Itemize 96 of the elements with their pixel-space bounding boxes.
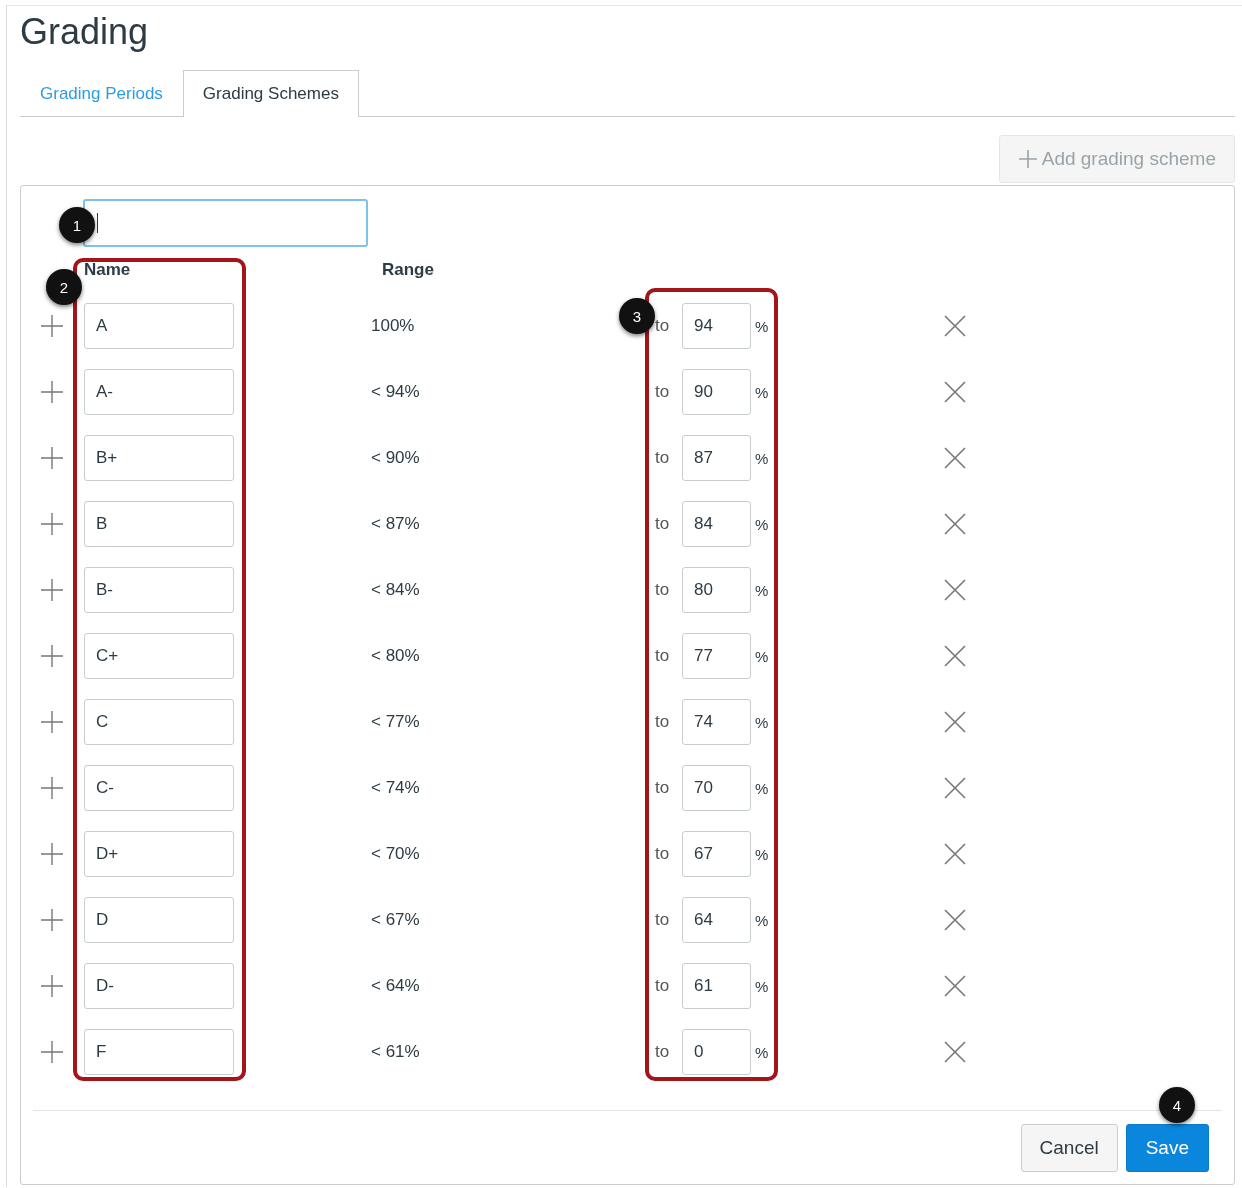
delete-icon[interactable] <box>943 512 967 536</box>
percent-label: % <box>755 911 769 929</box>
min-percent-field[interactable]: 77 <box>682 633 751 679</box>
add-row-icon[interactable] <box>40 578 64 602</box>
page-title: Grading <box>20 10 150 54</box>
to-label: to <box>655 646 670 666</box>
delete-icon[interactable] <box>943 908 967 932</box>
range-text: < 77% <box>371 712 420 732</box>
add-row-icon[interactable] <box>40 314 64 338</box>
min-percent-field[interactable]: 61 <box>682 963 751 1009</box>
scheme-name-field[interactable] <box>83 199 368 247</box>
min-percent-field[interactable]: 87 <box>682 435 751 481</box>
to-label: to <box>655 844 670 864</box>
percent-label: % <box>755 977 769 995</box>
add-row-icon[interactable] <box>40 908 64 932</box>
grade-name-field[interactable]: C <box>84 699 234 745</box>
delete-icon[interactable] <box>943 974 967 998</box>
percent-label: % <box>755 383 769 401</box>
range-text: < 67% <box>371 910 420 930</box>
to-label: to <box>655 514 670 534</box>
min-percent-field[interactable]: 94 <box>682 303 751 349</box>
column-header: Name <box>84 260 132 280</box>
add-row-icon[interactable] <box>40 380 64 404</box>
delete-icon[interactable] <box>943 776 967 800</box>
delete-icon[interactable] <box>943 1040 967 1064</box>
grade-name-field[interactable]: F <box>84 1029 234 1075</box>
min-percent-field[interactable]: 0 <box>682 1029 751 1075</box>
add-row-icon[interactable] <box>40 974 64 998</box>
min-percent-field[interactable]: 84 <box>682 501 751 547</box>
grade-name-field[interactable]: D+ <box>84 831 234 877</box>
tab[interactable]: Grading Schemes <box>182 70 359 117</box>
range-text: < 64% <box>371 976 420 996</box>
to-label: to <box>655 1042 670 1062</box>
grade-name-field[interactable]: C- <box>84 765 234 811</box>
to-label: to <box>655 712 670 732</box>
to-label: to <box>655 976 670 996</box>
callout-badge: 3 <box>619 298 655 334</box>
percent-label: % <box>755 713 769 731</box>
min-percent-field[interactable]: 67 <box>682 831 751 877</box>
percent-label: % <box>755 449 769 467</box>
grade-name-field[interactable]: B+ <box>84 435 234 481</box>
delete-icon[interactable] <box>943 314 967 338</box>
percent-label: % <box>755 647 769 665</box>
range-text: < 94% <box>371 382 420 402</box>
delete-icon[interactable] <box>943 842 967 866</box>
plus-icon <box>1017 149 1038 169</box>
to-label: to <box>655 778 670 798</box>
add-row-icon[interactable] <box>40 644 64 668</box>
grade-name-field[interactable]: C+ <box>84 633 234 679</box>
percent-label: % <box>755 1043 769 1061</box>
add-row-icon[interactable] <box>40 842 64 866</box>
delete-icon[interactable] <box>943 446 967 470</box>
add-row-icon[interactable] <box>40 446 64 470</box>
min-percent-field[interactable]: 80 <box>682 567 751 613</box>
column-header: Range <box>381 260 435 280</box>
range-text: < 74% <box>371 778 420 798</box>
add-row-icon[interactable] <box>40 776 64 800</box>
percent-label: % <box>755 317 769 335</box>
delete-icon[interactable] <box>943 380 967 404</box>
add-row-icon[interactable] <box>40 1040 64 1064</box>
min-percent-field[interactable]: 70 <box>682 765 751 811</box>
delete-icon[interactable] <box>943 644 967 668</box>
grade-name-field[interactable]: B <box>84 501 234 547</box>
percent-label: % <box>755 581 769 599</box>
grade-name-field[interactable]: B- <box>84 567 234 613</box>
add-row-icon[interactable] <box>40 512 64 536</box>
range-text: 100% <box>371 316 415 336</box>
grade-name-field[interactable]: A <box>84 303 234 349</box>
cancel-button[interactable]: Cancel <box>1020 1124 1118 1172</box>
save-button[interactable]: Save <box>1125 1124 1209 1172</box>
grade-name-field[interactable]: D <box>84 897 234 943</box>
delete-icon[interactable] <box>943 578 967 602</box>
range-text: < 70% <box>371 844 420 864</box>
percent-label: % <box>755 779 769 797</box>
callout-badge: 4 <box>1159 1087 1195 1123</box>
range-text: < 61% <box>371 1042 420 1062</box>
add-row-icon[interactable] <box>40 710 64 734</box>
to-label: to <box>655 316 670 336</box>
to-label: to <box>655 910 670 930</box>
callout-badge: 2 <box>46 269 82 305</box>
range-text: < 87% <box>371 514 420 534</box>
grade-name-field[interactable]: D- <box>84 963 234 1009</box>
percent-label: % <box>755 515 769 533</box>
range-text: < 84% <box>371 580 420 600</box>
to-label: to <box>655 382 670 402</box>
range-text: < 90% <box>371 448 420 468</box>
range-text: < 80% <box>371 646 420 666</box>
grade-name-field[interactable]: A- <box>84 369 234 415</box>
min-percent-field[interactable]: 90 <box>682 369 751 415</box>
delete-icon[interactable] <box>943 710 967 734</box>
min-percent-field[interactable]: 74 <box>682 699 751 745</box>
min-percent-field[interactable]: 64 <box>682 897 751 943</box>
callout-badge: 1 <box>59 207 95 243</box>
percent-label: % <box>755 845 769 863</box>
to-label: to <box>655 580 670 600</box>
to-label: to <box>655 448 670 468</box>
